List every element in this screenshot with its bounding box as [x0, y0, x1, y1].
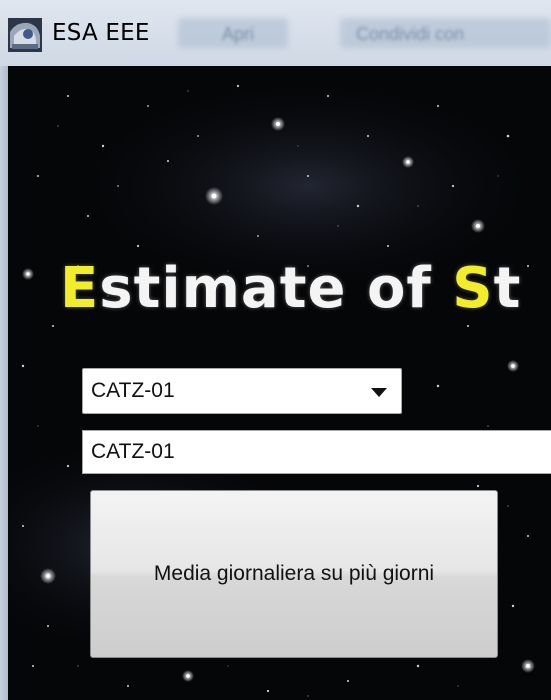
headline-text-tail: t — [493, 256, 522, 321]
chevron-down-icon[interactable] — [371, 388, 387, 397]
headline-initial-s: S — [452, 256, 494, 321]
window-title: ESA EEE — [52, 20, 150, 46]
background-tab-label: Apri — [222, 24, 255, 44]
headline-text: stimate of — [99, 256, 453, 321]
station-select-value: CATZ-01 — [91, 379, 175, 402]
headline-title: Estimate of St — [60, 256, 521, 321]
headline-initial-e: E — [60, 256, 100, 321]
app-logo-icon — [8, 18, 42, 52]
window-left-border — [0, 66, 8, 700]
window-title-bar: Apri Condividi con ESA EEE — [0, 0, 551, 66]
station-code-field[interactable] — [82, 430, 551, 474]
station-select[interactable]: CATZ-01 — [82, 368, 402, 414]
background-tab-label: Condividi con — [356, 24, 465, 44]
daily-average-button[interactable]: Media giornaliera su più giorni — [90, 490, 498, 658]
main-panel: Estimate of St CATZ-01 Media giornaliera… — [8, 66, 551, 700]
